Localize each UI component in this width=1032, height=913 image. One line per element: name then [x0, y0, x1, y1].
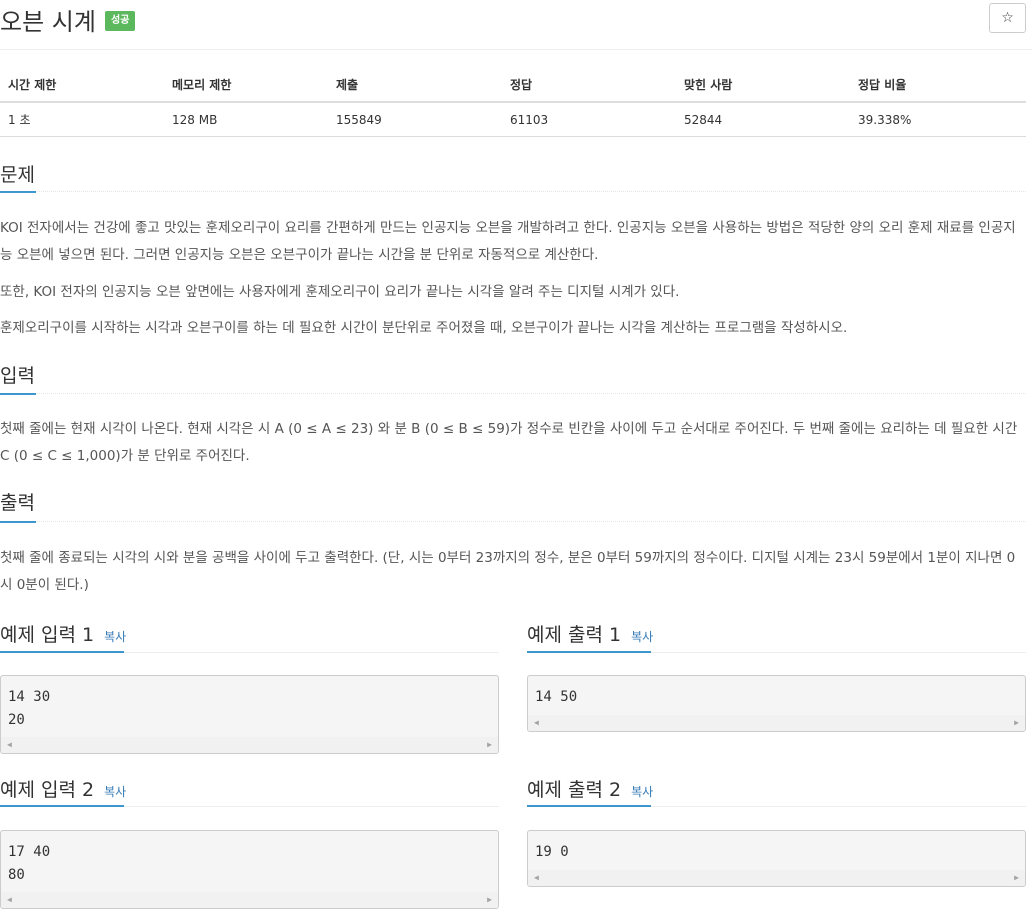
memory-limit-value: 128 MB	[164, 102, 328, 137]
sample-output-1-underline	[527, 651, 651, 653]
copy-sample-output-2-link[interactable]: 복사	[631, 785, 653, 799]
horizontal-scrollbar[interactable]: ◀ ▶	[528, 870, 1025, 886]
status-badge: 성공	[105, 11, 136, 31]
time-limit-value: 1 초	[0, 102, 164, 137]
star-icon: ☆	[1001, 10, 1014, 26]
scroll-right-icon[interactable]: ▶	[487, 895, 492, 905]
table-header-row: 시간 제한 메모리 제한 제출 정답 맞힌 사람 정답 비율	[0, 68, 1026, 103]
time-limit-header: 시간 제한	[0, 68, 164, 103]
problem-header: 오븐 시계 성공 ☆	[0, 0, 1032, 50]
scroll-left-icon[interactable]: ◀	[7, 895, 12, 905]
sample-output-2-content: 19 0	[535, 844, 569, 860]
sample-input-2-title: 예제 입력 2	[0, 779, 95, 801]
scroll-left-icon[interactable]: ◀	[534, 873, 539, 883]
accepted-value: 61103	[502, 102, 676, 137]
sample-output-2-title: 예제 출력 2	[527, 779, 622, 801]
scroll-left-icon[interactable]: ◀	[7, 740, 12, 750]
scroll-right-icon[interactable]: ▶	[1014, 718, 1019, 728]
sample-output-2-underline	[527, 805, 651, 807]
sample-input-2-content: 17 40 80	[8, 844, 51, 883]
input-underline	[0, 393, 36, 395]
accepted-header: 정답	[502, 68, 676, 103]
output-description: 첫째 줄에 종료되는 시각의 시와 분을 공백을 사이에 두고 출력한다. (단…	[0, 550, 1016, 593]
input-heading: 입력	[0, 365, 35, 387]
output-heading: 출력	[0, 492, 35, 514]
sample-output-2-box[interactable]: 19 0 ◀ ▶	[527, 830, 1026, 887]
input-divider	[0, 393, 1026, 394]
horizontal-scrollbar[interactable]: ◀ ▶	[1, 737, 498, 753]
copy-sample-input-2-link[interactable]: 복사	[104, 785, 126, 799]
sample-output-2-heading: 예제 출력 2 복사	[527, 775, 653, 802]
table-row: 1 초 128 MB 155849 61103 52844 39.338%	[0, 102, 1026, 137]
description-heading: 문제	[0, 164, 35, 186]
scroll-left-icon[interactable]: ◀	[534, 718, 539, 728]
sample-input-2-heading: 예제 입력 2 복사	[0, 775, 126, 802]
horizontal-scrollbar[interactable]: ◀ ▶	[1, 892, 498, 908]
solved-users-header: 맞힌 사람	[676, 68, 850, 103]
submissions-value: 155849	[328, 102, 502, 137]
sample-input-1-heading: 예제 입력 1 복사	[0, 620, 126, 647]
description-paragraph-2: 또한, KOI 전자의 인공지능 오븐 앞면에는 사용자에게 훈제오리구이 요리…	[0, 284, 680, 300]
accept-ratio-header: 정답 비율	[850, 68, 1026, 103]
accept-ratio-value: 39.338%	[850, 102, 1026, 137]
description-underline	[0, 191, 36, 193]
sample-input-1-title: 예제 입력 1	[0, 624, 95, 646]
memory-limit-header: 메모리 제한	[164, 68, 328, 103]
description-paragraph-3: 훈제오리구이를 시작하는 시각과 오븐구이를 하는 데 필요한 시간이 분단위로…	[0, 320, 848, 336]
sample-output-1-heading: 예제 출력 1 복사	[527, 620, 653, 647]
sample-output-1-box[interactable]: 14 50 ◀ ▶	[527, 675, 1026, 732]
sample-input-1-underline	[0, 651, 124, 653]
output-divider	[0, 521, 1026, 522]
solved-users-value: 52844	[676, 102, 850, 137]
favorite-star-button[interactable]: ☆	[989, 3, 1026, 33]
sample-output-1-content: 14 50	[535, 689, 578, 705]
copy-sample-output-1-link[interactable]: 복사	[631, 630, 653, 644]
sample-input-2-underline	[0, 805, 124, 807]
problem-title: 오븐 시계	[0, 8, 96, 36]
input-description: 첫째 줄에는 현재 시각이 나온다. 현재 시각은 시 A (0 ≤ A ≤ 2…	[0, 421, 1018, 464]
scroll-right-icon[interactable]: ▶	[1014, 873, 1019, 883]
horizontal-scrollbar[interactable]: ◀ ▶	[528, 715, 1025, 731]
sample-output-1-title: 예제 출력 1	[527, 624, 622, 646]
sample-input-1-box[interactable]: 14 30 20 ◀ ▶	[0, 675, 499, 754]
problem-info-table: 시간 제한 메모리 제한 제출 정답 맞힌 사람 정답 비율 1 초 128 M…	[0, 68, 1026, 137]
scroll-right-icon[interactable]: ▶	[487, 740, 492, 750]
sample-input-2-box[interactable]: 17 40 80 ◀ ▶	[0, 830, 499, 909]
copy-sample-input-1-link[interactable]: 복사	[104, 630, 126, 644]
submissions-header: 제출	[328, 68, 502, 103]
description-divider	[0, 191, 1026, 192]
output-underline	[0, 521, 36, 523]
description-paragraph-1: KOI 전자에서는 건강에 좋고 맛있는 훈제오리구이 요리를 간편하게 만드는…	[0, 220, 1016, 263]
sample-input-1-content: 14 30 20	[8, 689, 51, 728]
